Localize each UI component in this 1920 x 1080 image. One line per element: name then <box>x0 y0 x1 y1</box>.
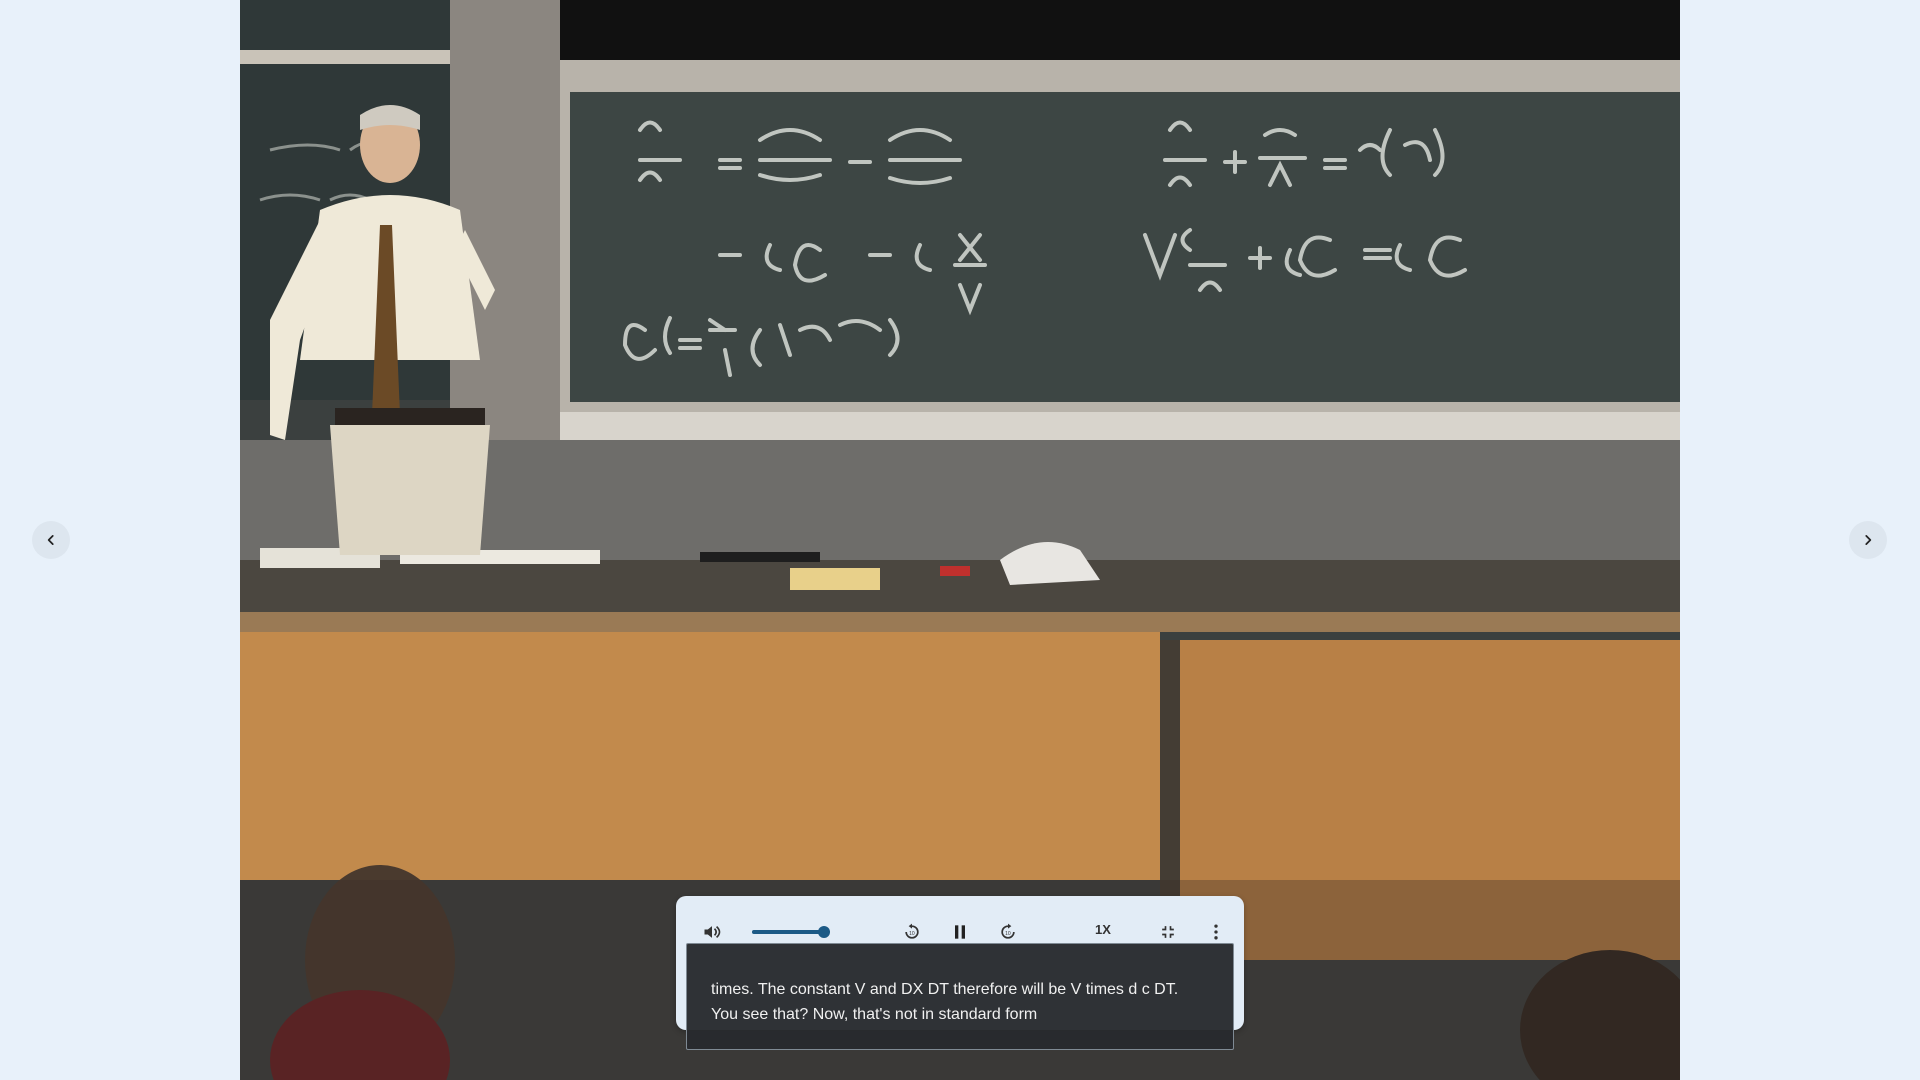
volume-slider-thumb[interactable] <box>817 926 830 938</box>
more-vert-icon <box>1214 924 1218 940</box>
volume-icon <box>704 925 721 939</box>
svg-text:10: 10 <box>909 931 915 937</box>
chevron-right-icon <box>1865 535 1872 545</box>
replay-10-icon: 10 <box>905 923 919 939</box>
caption-text: times. The constant V and DX DT therefor… <box>711 981 1179 1023</box>
volume-slider[interactable] <box>752 926 830 938</box>
forward-10-icon: 10 <box>1001 923 1015 939</box>
caption-box: times. The constant V and DX DT therefor… <box>686 943 1234 1050</box>
chevron-left-icon <box>47 535 54 545</box>
prev-slide-button[interactable] <box>32 521 70 559</box>
svg-text:10: 10 <box>1005 931 1011 937</box>
playback-speed-button[interactable]: 1X <box>1095 922 1111 937</box>
exit-fullscreen-icon <box>1162 926 1174 938</box>
pause-icon <box>955 925 965 939</box>
next-slide-button[interactable] <box>1849 521 1887 559</box>
volume-slider-fill <box>752 930 824 934</box>
